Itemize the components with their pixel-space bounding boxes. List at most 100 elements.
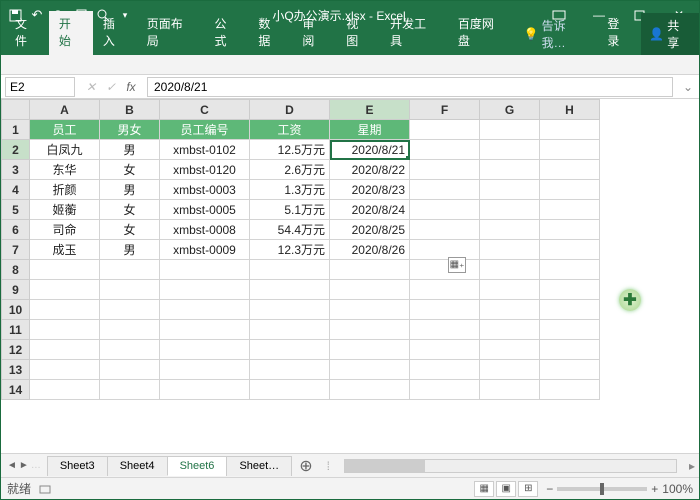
cell[interactable]: 司命 (30, 220, 100, 240)
cell[interactable] (250, 300, 330, 320)
col-header[interactable]: A (30, 100, 100, 120)
cell[interactable]: 2020/8/24 (330, 200, 410, 220)
col-header[interactable]: H (540, 100, 600, 120)
cell[interactable]: 折颜 (30, 180, 100, 200)
row-header[interactable]: 8 (2, 260, 30, 280)
cell[interactable]: xmbst-0009 (160, 240, 250, 260)
cell[interactable]: 2020/8/22 (330, 160, 410, 180)
cell[interactable] (480, 160, 540, 180)
cell[interactable] (410, 360, 480, 380)
cell[interactable] (100, 340, 160, 360)
cell[interactable] (30, 320, 100, 340)
tab-view[interactable]: 视图 (336, 11, 380, 55)
sheet-prev-icon[interactable]: ◄ (7, 460, 17, 471)
cell[interactable] (410, 340, 480, 360)
zoom-out-icon[interactable]: − (546, 482, 553, 496)
cell[interactable] (540, 320, 600, 340)
row-header[interactable]: 11 (2, 320, 30, 340)
macro-record-icon[interactable] (39, 483, 51, 495)
cell[interactable] (410, 120, 480, 140)
cell[interactable]: 东华 (30, 160, 100, 180)
cell[interactable] (160, 360, 250, 380)
scroll-right-icon[interactable]: ▸ (685, 459, 699, 473)
cell[interactable] (30, 360, 100, 380)
row-header[interactable]: 9 (2, 280, 30, 300)
cell[interactable]: 女 (100, 220, 160, 240)
cell[interactable] (330, 300, 410, 320)
cell[interactable]: 12.5万元 (250, 140, 330, 160)
cell[interactable]: 2020/8/23 (330, 180, 410, 200)
select-all-corner[interactable] (2, 100, 30, 120)
cell[interactable] (480, 320, 540, 340)
new-sheet-icon[interactable]: ⊕ (291, 456, 320, 476)
row-header[interactable]: 5 (2, 200, 30, 220)
header-cell[interactable]: 工资 (250, 120, 330, 140)
cell[interactable] (410, 260, 480, 280)
cell[interactable] (160, 300, 250, 320)
tab-developer[interactable]: 开发工具 (380, 11, 448, 55)
cell[interactable] (100, 260, 160, 280)
cell[interactable] (160, 320, 250, 340)
sheet-tab[interactable]: Sheet… (226, 456, 292, 476)
cell[interactable] (410, 140, 480, 160)
cell[interactable] (540, 380, 600, 400)
cell[interactable] (250, 360, 330, 380)
formula-expand-icon[interactable]: ⌄ (677, 80, 699, 94)
header-cell[interactable]: 员工 (30, 120, 100, 140)
cell[interactable]: 2020/8/25 (330, 220, 410, 240)
enter-icon[interactable]: ✓ (103, 80, 119, 94)
row-header[interactable]: 3 (2, 160, 30, 180)
cell[interactable] (480, 240, 540, 260)
cell[interactable] (30, 300, 100, 320)
tell-me[interactable]: 💡告诉我… (516, 13, 598, 55)
row-header[interactable]: 7 (2, 240, 30, 260)
tab-page-layout[interactable]: 页面布局 (137, 11, 205, 55)
cell[interactable] (480, 180, 540, 200)
col-header[interactable]: B (100, 100, 160, 120)
cell[interactable] (330, 340, 410, 360)
cell[interactable] (480, 340, 540, 360)
cell[interactable]: xmbst-0102 (160, 140, 250, 160)
col-header[interactable]: F (410, 100, 480, 120)
share-button[interactable]: 👤共享 (641, 13, 699, 55)
cell[interactable]: xmbst-0005 (160, 200, 250, 220)
sheet-next-icon[interactable]: ► (19, 460, 29, 471)
cell[interactable]: 男 (100, 240, 160, 260)
cell[interactable] (330, 360, 410, 380)
cell[interactable] (480, 260, 540, 280)
cell[interactable] (250, 280, 330, 300)
cell[interactable] (480, 200, 540, 220)
cell[interactable]: xmbst-0003 (160, 180, 250, 200)
cell[interactable] (540, 180, 600, 200)
signin-link[interactable]: 登录 (597, 11, 641, 55)
cell[interactable]: 12.3万元 (250, 240, 330, 260)
page-break-view-icon[interactable]: ⊞ (518, 481, 538, 497)
cell[interactable] (540, 300, 600, 320)
cell[interactable] (410, 320, 480, 340)
cell[interactable] (330, 320, 410, 340)
cell[interactable] (410, 280, 480, 300)
cell[interactable] (480, 280, 540, 300)
cell[interactable] (30, 280, 100, 300)
cell[interactable] (480, 380, 540, 400)
cell[interactable] (30, 340, 100, 360)
cell[interactable] (100, 280, 160, 300)
cell[interactable] (30, 260, 100, 280)
cell[interactable]: 54.4万元 (250, 220, 330, 240)
col-header[interactable]: D (250, 100, 330, 120)
row-header[interactable]: 13 (2, 360, 30, 380)
cell[interactable] (250, 380, 330, 400)
row-header[interactable]: 14 (2, 380, 30, 400)
cell[interactable]: 男 (100, 180, 160, 200)
sheet-tab[interactable]: Sheet3 (47, 456, 108, 476)
cell[interactable] (160, 380, 250, 400)
cell[interactable] (540, 200, 600, 220)
cell[interactable] (100, 320, 160, 340)
cell[interactable] (540, 220, 600, 240)
tab-review[interactable]: 审阅 (292, 11, 336, 55)
horizontal-scrollbar[interactable] (344, 459, 677, 473)
spreadsheet-grid[interactable]: ABCDEFGH1员工男女员工编号工资星期2白凤九男xmbst-010212.5… (1, 99, 699, 453)
cell[interactable]: 1.3万元 (250, 180, 330, 200)
cell[interactable] (540, 140, 600, 160)
col-header[interactable]: E (330, 100, 410, 120)
